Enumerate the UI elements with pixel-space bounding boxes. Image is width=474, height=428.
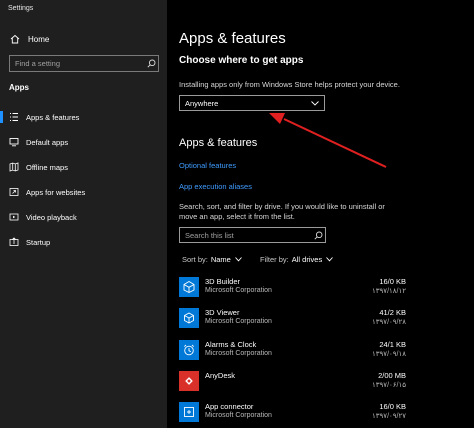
app-publisher: Microsoft Corporation: [205, 287, 272, 294]
main-panel: Apps & features Choose where to get apps…: [167, 0, 474, 428]
filter-dropdown[interactable]: Filter by: All drives: [260, 255, 334, 264]
window-title: Settings: [8, 5, 34, 12]
sidebar: Settings Home Apps Apps & features Defau…: [0, 0, 167, 428]
search-description: Search, sort, and filter by drive. If yo…: [179, 202, 385, 221]
app-publisher: Microsoft Corporation: [205, 350, 272, 357]
web-link-icon: [0, 187, 26, 197]
3d-builder-icon: [179, 277, 199, 297]
sidebar-item-label: Apps & features: [26, 112, 80, 122]
app-list-item[interactable]: App connector Microsoft Corporation 16/0…: [179, 399, 409, 428]
app-name: 3D Builder: [205, 277, 241, 286]
sidebar-item-startup[interactable]: Startup: [0, 233, 167, 251]
app-size: 16/0 KB: [379, 277, 406, 286]
sort-dropdown[interactable]: Sort by: Name: [182, 255, 242, 264]
app-install-date: ۱۳۹۷/۰۹/۱۸: [372, 351, 406, 358]
app-size: 16/0 KB: [379, 402, 406, 411]
app-name: 3D Viewer: [205, 308, 240, 317]
app-list-search-input[interactable]: [180, 228, 311, 242]
filter-label: Filter by:: [260, 255, 289, 264]
sidebar-item-label: Apps for websites: [26, 187, 86, 197]
home-icon: [10, 34, 20, 44]
app-connector-icon: [179, 402, 199, 422]
app-source-select[interactable]: Anywhere: [179, 95, 325, 111]
app-source-value: Anywhere: [185, 98, 219, 108]
setting-search-input[interactable]: [10, 56, 144, 71]
page-title: Apps & features: [179, 30, 286, 47]
optional-features-link[interactable]: Optional features: [179, 161, 236, 170]
list-icon: [0, 112, 26, 122]
sidebar-item-video-playback[interactable]: Video playback: [0, 208, 167, 226]
startup-icon: [0, 237, 26, 247]
sidebar-item-label: Offline maps: [26, 162, 68, 172]
map-icon: [0, 162, 26, 172]
app-name: AnyDesk: [205, 371, 236, 380]
video-icon: [0, 212, 26, 222]
home-label: Home: [28, 34, 50, 44]
app-list-item[interactable]: 3D Builder Microsoft Corporation 16/0 KB…: [179, 274, 409, 304]
sidebar-item-label: Default apps: [26, 137, 69, 147]
chevron-down-icon: [326, 257, 334, 262]
sidebar-item-offline-maps[interactable]: Offline maps: [0, 158, 167, 176]
filter-value: All drives: [291, 255, 323, 264]
home-link[interactable]: Home: [10, 33, 49, 45]
default-apps-icon: [0, 137, 26, 147]
alarm-clock-icon: [179, 340, 199, 360]
sidebar-item-apps-for-websites[interactable]: Apps for websites: [0, 183, 167, 201]
choose-heading: Choose where to get apps: [179, 55, 304, 66]
search-icon[interactable]: [311, 231, 325, 240]
chevron-down-icon: [235, 257, 242, 262]
app-list-search-box[interactable]: [179, 227, 326, 243]
sidebar-item-label: Startup: [26, 237, 51, 247]
3d-viewer-icon: [179, 308, 199, 328]
app-list-item[interactable]: 3D Viewer Microsoft Corporation 41/2 KB …: [179, 305, 409, 335]
choose-description: Installing apps only from Windows Store …: [179, 80, 400, 89]
app-install-date: ۱۳۹۷/۱۸/۱۲: [372, 288, 406, 295]
setting-search-box[interactable]: [9, 55, 159, 72]
app-size: 2/00 MB: [378, 371, 406, 380]
sort-label: Sort by:: [182, 255, 208, 264]
app-install-date: ۱۳۹۷/۰۶/۱۵: [372, 382, 406, 389]
app-install-date: ۱۳۹۷/۰۹/۲۸: [372, 319, 406, 326]
apps-heading: Apps & features: [179, 137, 258, 149]
app-list-item[interactable]: AnyDesk 2/00 MB ۱۳۹۷/۰۶/۱۵: [179, 368, 409, 398]
sidebar-item-label: Video playback: [26, 212, 77, 222]
app-publisher: Microsoft Corporation: [205, 318, 272, 325]
app-name: Alarms & Clock: [205, 340, 257, 349]
section-title: Apps: [9, 83, 29, 92]
app-size: 24/1 KB: [379, 340, 406, 349]
anydesk-icon: [179, 371, 199, 391]
sidebar-item-default-apps[interactable]: Default apps: [0, 133, 167, 151]
app-name: App connector: [205, 402, 254, 411]
chevron-down-icon: [311, 100, 319, 106]
search-icon[interactable]: [144, 56, 158, 71]
app-install-date: ۱۳۹۷/۰۹/۲۷: [372, 413, 406, 420]
app-list-item[interactable]: Alarms & Clock Microsoft Corporation 24/…: [179, 337, 409, 367]
sidebar-item-apps-features[interactable]: Apps & features: [0, 108, 167, 126]
app-size: 41/2 KB: [379, 308, 406, 317]
app-publisher: Microsoft Corporation: [205, 412, 272, 419]
app-execution-aliases-link[interactable]: App execution aliases: [179, 182, 252, 191]
sort-value: Name: [210, 255, 231, 264]
